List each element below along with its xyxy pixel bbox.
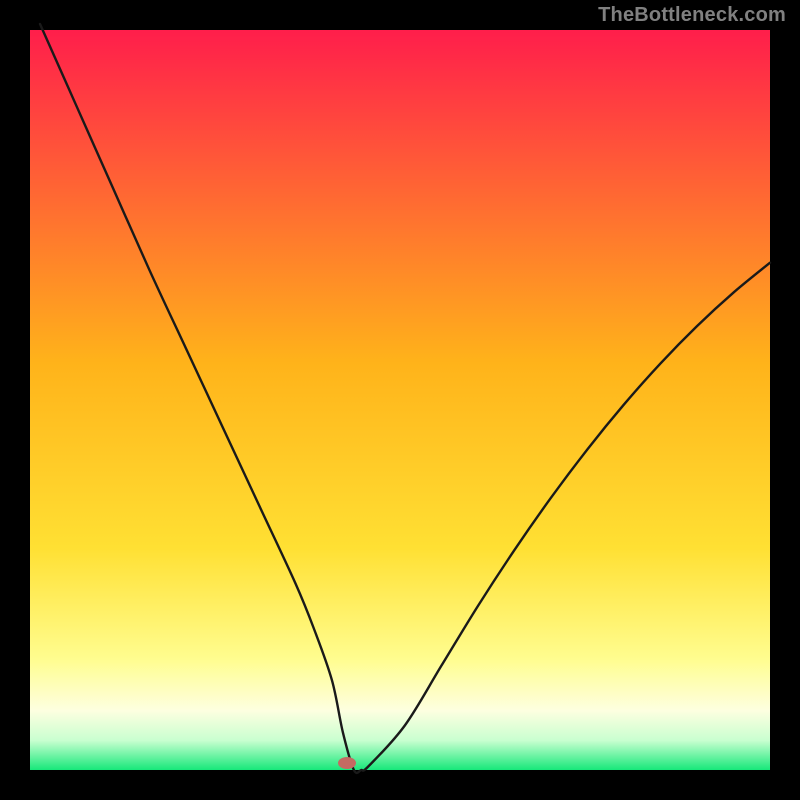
plot-area: [30, 30, 770, 770]
chart-svg: [0, 0, 800, 800]
watermark-text: TheBottleneck.com: [598, 4, 786, 27]
optimum-marker: [338, 757, 356, 769]
chart-stage: TheBottleneck.com: [0, 0, 800, 800]
